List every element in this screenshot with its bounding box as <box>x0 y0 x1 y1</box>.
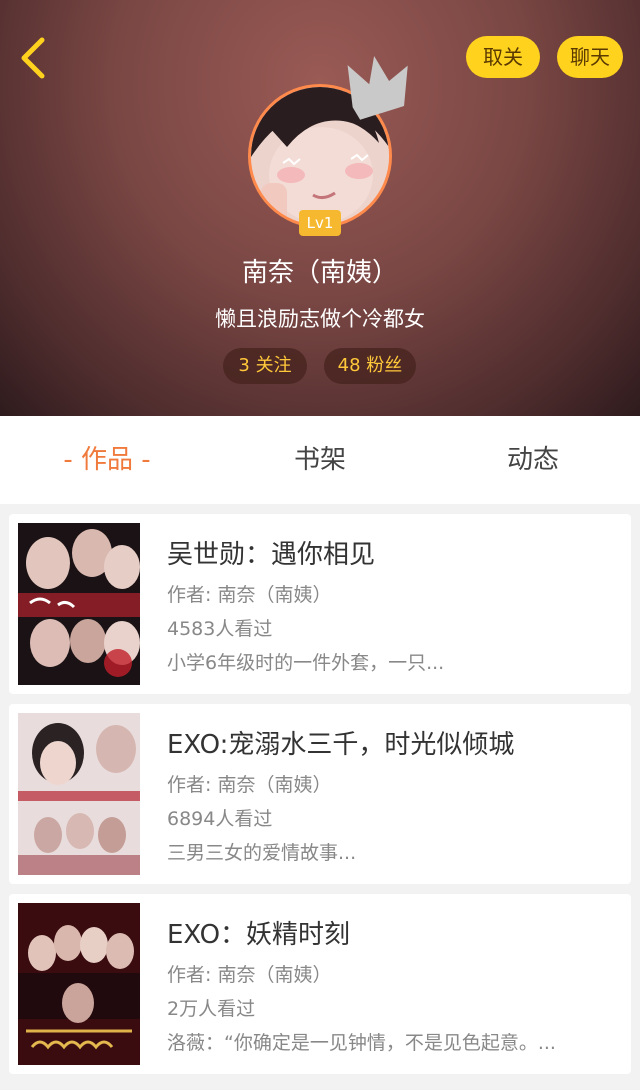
unfollow-button[interactable]: 取关 <box>466 36 540 78</box>
book-cover <box>18 713 140 875</box>
user-name: 南奈（南姨） <box>241 258 398 288</box>
chat-button[interactable]: 聊天 <box>557 36 623 78</box>
book-author: 作者: 南奈（南姨） <box>167 964 332 986</box>
book-title: 吴世勋：遇你相见 <box>167 540 376 570</box>
book-description: 小学6年级时的一件外套，一只... <box>167 652 445 674</box>
book-card[interactable]: 吴世勋：遇你相见 作者: 南奈（南姨） 4583人看过 小学6年级时的一件外套，… <box>9 514 631 694</box>
fans-count[interactable]: 48 粉丝 <box>324 348 416 384</box>
book-views: 4583人看过 <box>167 618 273 640</box>
book-card[interactable]: EXO:宠溺水三千，时光似倾城 作者: 南奈（南姨） 6894人看过 三男三女的… <box>9 704 631 884</box>
profile-header: 取关 聊天 Lv1 南奈（南姨） 懒且浪励志做个冷都女 3 关注 48 粉丝 <box>0 0 640 416</box>
book-views: 6894人看过 <box>167 808 273 830</box>
profile-tabs: - 作品 - 书架 动态 <box>0 416 640 504</box>
book-cover <box>18 523 140 685</box>
book-title: EXO：妖精时刻 <box>167 920 351 950</box>
book-cover <box>18 903 140 1065</box>
book-card[interactable]: EXO：妖精时刻 作者: 南奈（南姨） 2万人看过 洛薇：“你确定是一见钟情，不… <box>9 894 631 1074</box>
back-button[interactable] <box>14 36 54 80</box>
crown-icon <box>340 52 416 122</box>
following-count[interactable]: 3 关注 <box>223 348 307 384</box>
book-views: 2万人看过 <box>167 998 256 1020</box>
book-author: 作者: 南奈（南姨） <box>167 774 332 796</box>
book-description: 三男三女的爱情故事... <box>167 842 357 864</box>
level-badge: Lv1 <box>299 210 341 236</box>
book-author: 作者: 南奈（南姨） <box>167 584 332 606</box>
tab-bookshelf[interactable]: 书架 <box>254 416 386 504</box>
book-title: EXO:宠溺水三千，时光似倾城 <box>167 730 515 760</box>
tab-feed[interactable]: 动态 <box>466 416 600 504</box>
chevron-left-icon <box>21 37 45 79</box>
tab-works[interactable]: - 作品 - <box>40 416 174 504</box>
book-description: 洛薇：“你确定是一见钟情，不是见色起意。... <box>167 1032 556 1054</box>
user-bio: 懒且浪励志做个冷都女 <box>215 307 425 331</box>
